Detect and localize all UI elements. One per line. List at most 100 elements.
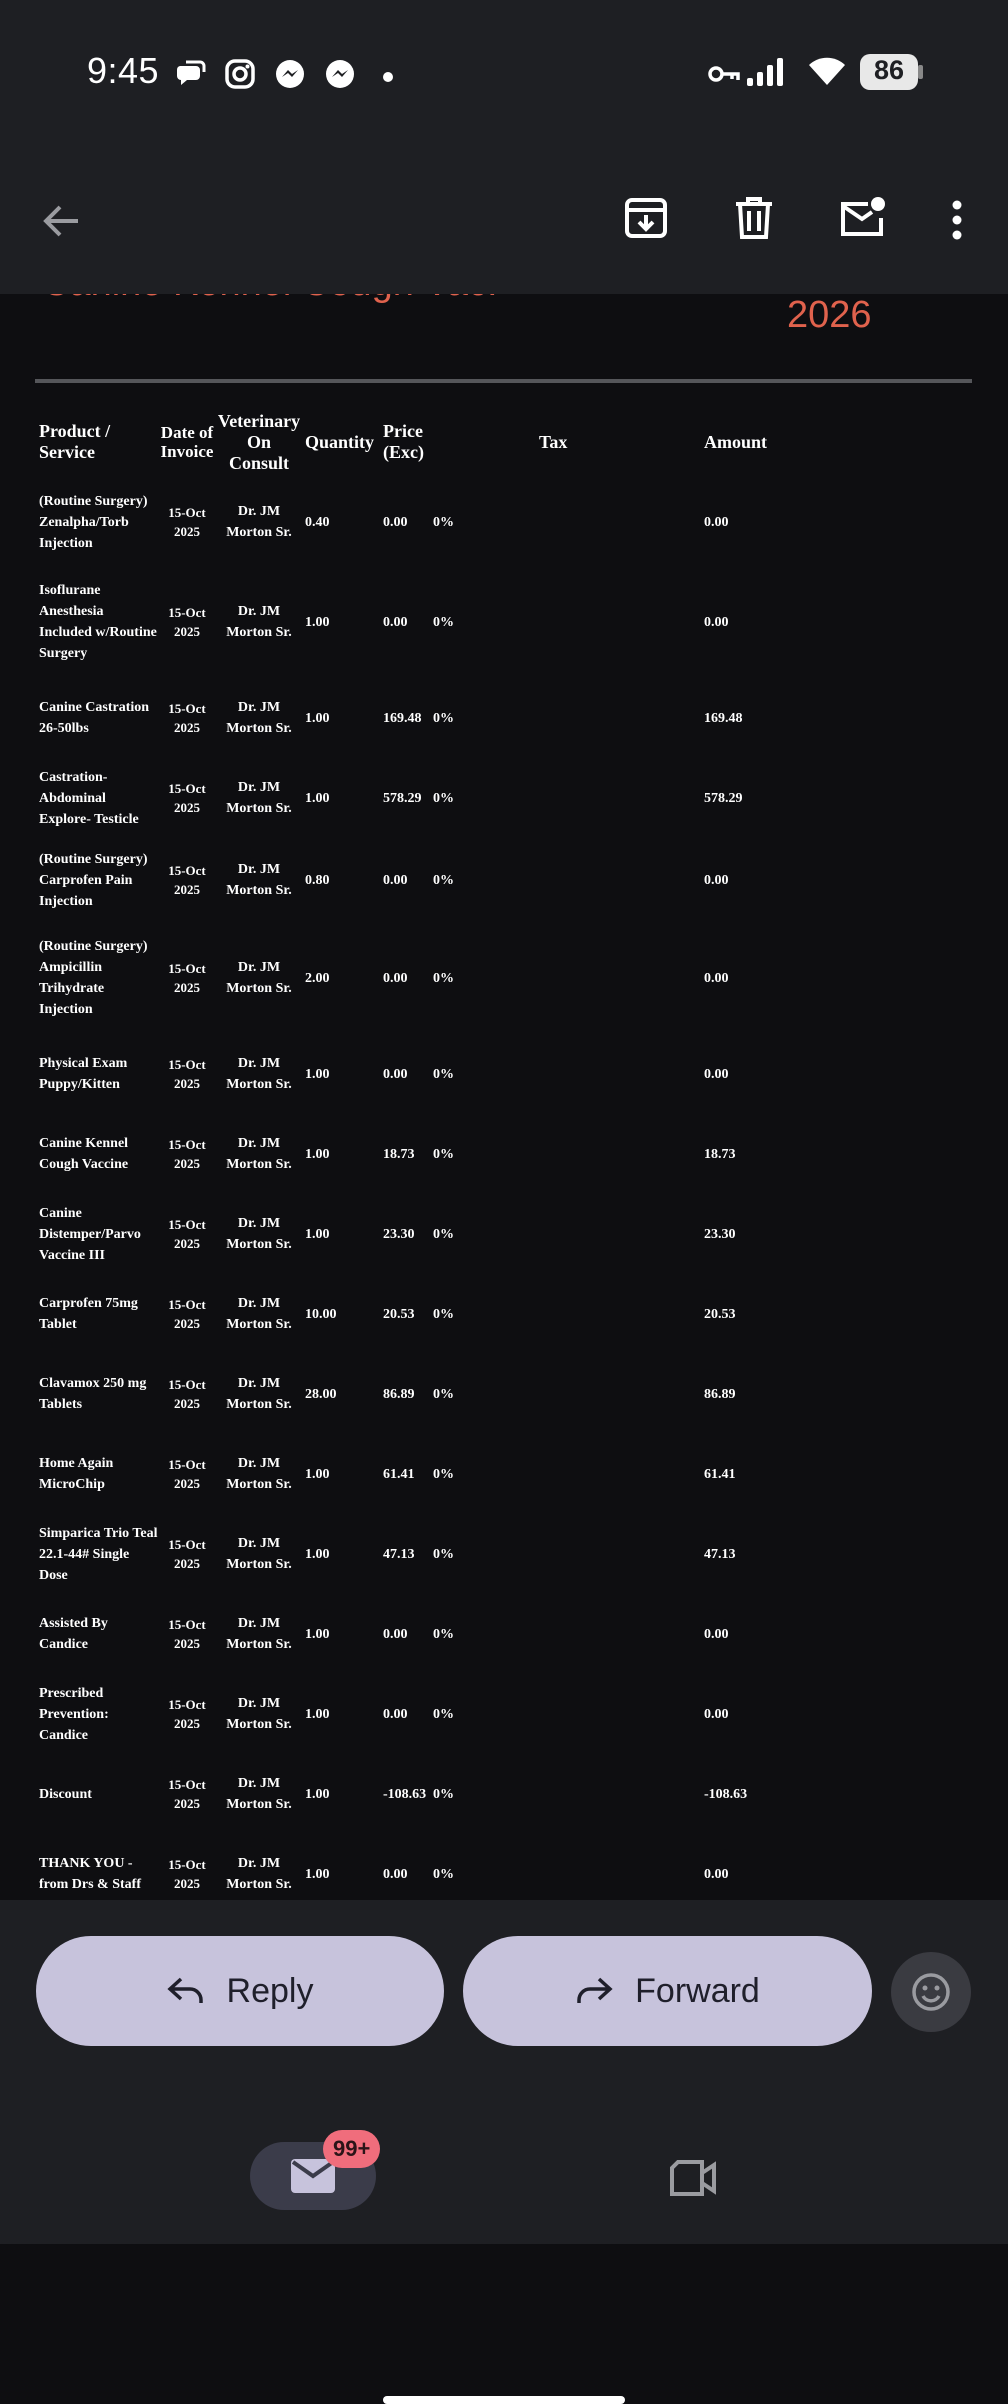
row-price-cell: 20.53 — [383, 1306, 415, 1322]
col-header-quantity: Quantity — [305, 431, 375, 452]
status-time: 9:45 — [87, 50, 160, 91]
row-quantity-cell: 1.00 — [305, 1786, 330, 1802]
row-date-cell: 15-Oct 2025 — [168, 781, 206, 815]
forward-icon — [577, 1977, 613, 2003]
row-product-cell: Assisted By Candice — [39, 1616, 108, 1652]
row-vet-cell: Dr. JM Morton Sr. — [226, 604, 292, 640]
row-tax-cell: 0% — [433, 872, 454, 888]
battery-icon: 86 — [860, 54, 923, 90]
table-row: Simparica Trio Teal 22.1-44# Single Dose… — [35, 1514, 904, 1594]
row-amount-cell: 47.13 — [704, 1546, 736, 1562]
row-tax-cell: 0% — [433, 710, 454, 726]
row-product-cell: Castration-Abdominal Explore- Testicle — [39, 769, 139, 827]
col-header-product: Product / Service — [39, 421, 111, 462]
row-price-cell: 0.00 — [383, 614, 408, 630]
table-row: Canine Distemper/Parvo Vaccine III 15-Oct… — [35, 1194, 904, 1274]
row-vet-cell: Dr. JM Morton Sr. — [226, 960, 292, 996]
table-row: Discount 15-Oct 2025 Dr. JM Morton Sr. 1.00… — [35, 1754, 904, 1834]
partial-heading: Canine Kennel Cough Vac. — [42, 294, 498, 305]
row-amount-cell: 0.00 — [704, 614, 729, 630]
row-tax-cell: 0% — [433, 1146, 454, 1162]
row-vet-cell: Dr. JM Morton Sr. — [226, 1136, 292, 1172]
row-quantity-cell: 1.00 — [305, 1146, 330, 1162]
row-quantity-cell: 2.00 — [305, 970, 330, 986]
instagram-icon — [224, 58, 256, 95]
row-amount-cell: 86.89 — [704, 1386, 736, 1402]
reply-button[interactable]: Reply — [36, 1936, 444, 2046]
row-tax-cell: 0% — [433, 1866, 454, 1882]
row-vet-cell: Dr. JM Morton Sr. — [226, 862, 292, 898]
row-price-cell: 0.00 — [383, 1066, 408, 1082]
archive-icon[interactable] — [624, 196, 668, 245]
more-vert-icon[interactable] — [950, 200, 964, 245]
forward-button[interactable]: Forward — [463, 1936, 872, 2046]
row-tax-spacer — [461, 838, 704, 922]
row-price-cell: 0.00 — [383, 1706, 408, 1722]
row-tax-spacer — [461, 1754, 704, 1834]
row-tax-cell: 0% — [433, 1066, 454, 1082]
row-tax-spacer — [461, 1354, 704, 1434]
row-price-cell: 0.00 — [383, 514, 408, 530]
col-header-date: Date of Invoice — [160, 423, 214, 461]
mark-unread-icon[interactable] — [838, 196, 888, 245]
row-tax-cell: 0% — [433, 614, 454, 630]
row-tax-cell: 0% — [433, 514, 454, 530]
row-amount-cell: 169.48 — [704, 710, 743, 726]
row-amount-cell: 0.00 — [704, 872, 729, 888]
row-amount-cell: 0.00 — [704, 1866, 729, 1882]
row-vet-cell: Dr. JM Morton Sr. — [226, 1696, 292, 1732]
row-quantity-cell: 1.00 — [305, 1866, 330, 1882]
row-tax-spacer — [461, 1034, 704, 1114]
row-quantity-cell: 1.00 — [305, 790, 330, 806]
row-date-cell: 15-Oct 2025 — [168, 1617, 206, 1651]
col-header-tax: Tax — [539, 431, 568, 452]
row-price-cell: 18.73 — [383, 1146, 415, 1162]
row-tax-cell: 0% — [433, 1306, 454, 1322]
vpn-key-icon — [708, 62, 740, 91]
status-bar: 9:45 86 — [0, 0, 1008, 150]
row-vet-cell: Dr. JM Morton Sr. — [226, 1056, 292, 1092]
row-vet-cell: Dr. JM Morton Sr. — [226, 780, 292, 816]
row-tax-cell: 0% — [433, 1386, 454, 1402]
row-amount-cell: 20.53 — [704, 1306, 736, 1322]
battery-level: 86 — [873, 55, 905, 85]
row-product-cell: Canine Distemper/Parvo Vaccine III — [39, 1205, 141, 1263]
col-header-price: Price (Exc) — [383, 421, 424, 462]
smiley-icon — [912, 1973, 950, 2011]
table-row: (Routine Surgery) Ampicillin Trihydrate … — [35, 922, 904, 1034]
row-date-cell: 15-Oct 2025 — [168, 1697, 206, 1731]
row-amount-cell: 61.41 — [704, 1466, 736, 1482]
chat-bubble-icon — [174, 58, 206, 95]
row-price-cell: 0.00 — [383, 872, 408, 888]
table-row: Carprofen 75mg Tablet 15-Oct 2025 Dr. JM M… — [35, 1274, 904, 1354]
bottom-panel: Reply Forward 99+ — [0, 1900, 1008, 2404]
emoji-reaction-button[interactable] — [891, 1952, 971, 2032]
col-header-vet: Veterinary On Consult — [217, 410, 301, 473]
row-quantity-cell: 1.00 — [305, 1626, 330, 1642]
row-quantity-cell: 0.40 — [305, 514, 330, 530]
row-vet-cell: Dr. JM Morton Sr. — [226, 1376, 292, 1412]
row-tax-spacer — [461, 678, 704, 758]
back-arrow-icon[interactable] — [40, 200, 82, 247]
row-vet-cell: Dr. JM Morton Sr. — [226, 1216, 292, 1252]
meet-video-icon[interactable] — [668, 2158, 718, 2203]
email-body[interactable]: Canine Kennel Cough Vac. 2026 Product / … — [0, 294, 1008, 1900]
row-product-cell: Prescribed Prevention: Candice — [39, 1685, 109, 1743]
table-row: Clavamox 250 mg Tablets 15-Oct 2025 Dr. JM… — [35, 1354, 904, 1434]
row-tax-spacer — [461, 478, 704, 566]
row-date-cell: 15-Oct 2025 — [168, 1377, 206, 1411]
row-date-cell: 15-Oct 2025 — [168, 701, 206, 735]
row-tax-cell: 0% — [433, 1706, 454, 1722]
row-quantity-cell: 1.00 — [305, 1706, 330, 1722]
row-product-cell: THANK YOU - from Drs & Staff — [39, 1856, 141, 1892]
row-tax-spacer — [461, 1114, 704, 1194]
row-vet-cell: Dr. JM Morton Sr. — [226, 1776, 292, 1812]
delete-icon[interactable] — [734, 196, 774, 245]
row-date-cell: 15-Oct 2025 — [168, 1537, 206, 1571]
col-header-amount: Amount — [704, 431, 768, 452]
row-amount-cell: 0.00 — [704, 1626, 729, 1642]
row-date-cell: 15-Oct 2025 — [168, 1057, 206, 1091]
row-date-cell: 15-Oct 2025 — [168, 1857, 206, 1891]
reply-icon — [166, 1977, 203, 2003]
row-product-cell: (Routine Surgery) Carprofen Pain Injecti… — [39, 851, 148, 909]
